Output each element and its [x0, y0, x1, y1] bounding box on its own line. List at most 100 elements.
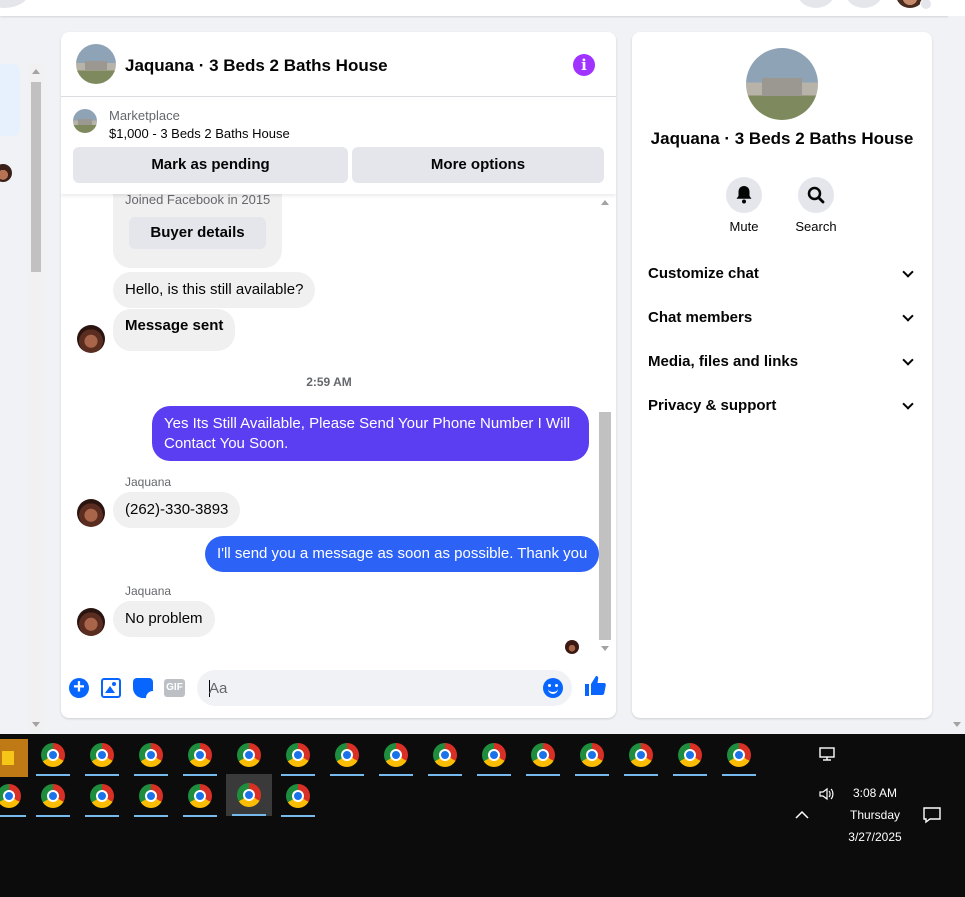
emoji-icon[interactable]	[543, 678, 563, 698]
sticky-notes-icon[interactable]	[0, 739, 28, 777]
chrome-taskbar-button[interactable]	[326, 736, 368, 776]
chevron-down-icon[interactable]	[902, 354, 914, 366]
page-scrollbar[interactable]	[948, 16, 965, 734]
selected-chat-item[interactable]	[0, 64, 20, 136]
chrome-icon	[188, 784, 212, 808]
chrome-icon	[41, 784, 65, 808]
volume-icon[interactable]	[818, 786, 836, 802]
chrome-taskbar-button[interactable]	[130, 777, 172, 817]
chrome-icon	[384, 743, 408, 767]
network-icon[interactable]	[818, 746, 836, 762]
chrome-taskbar-button[interactable]	[81, 736, 123, 776]
more-options-button[interactable]: More options	[352, 147, 604, 183]
conversation-details-panel: Jaquana · 3 Beds 2 Baths House Mute Sear…	[632, 32, 932, 718]
scroll-up-arrow-icon[interactable]	[601, 200, 609, 205]
chrome-taskbar-button[interactable]	[277, 777, 319, 817]
chat-list-avatar[interactable]	[0, 164, 12, 182]
thumbs-up-icon[interactable]	[583, 674, 607, 698]
conversation-title[interactable]: Jaquana · 3 Beds 2 Baths House	[125, 56, 388, 76]
clock-date[interactable]: 3/27/2025	[842, 830, 908, 844]
sticker-icon[interactable]	[133, 678, 153, 698]
chrome-taskbar-button[interactable]	[277, 736, 319, 776]
sender-avatar[interactable]	[77, 499, 105, 527]
nav-button[interactable]	[0, 0, 28, 8]
chrome-icon	[90, 784, 114, 808]
chrome-taskbar-button[interactable]	[179, 777, 221, 817]
message-bubble-incoming[interactable]: Hello, is this still available?	[113, 272, 316, 308]
chrome-taskbar-button[interactable]	[0, 777, 30, 817]
section-label: Media, files and links	[648, 353, 799, 370]
chrome-taskbar-button[interactable]	[32, 736, 74, 776]
chrome-taskbar-button[interactable]	[375, 736, 417, 776]
seen-receipt-avatar	[565, 640, 579, 654]
chrome-taskbar-button[interactable]	[620, 736, 662, 776]
search-conversation-button[interactable]: Search	[788, 177, 844, 234]
chrome-taskbar-button-active[interactable]	[226, 774, 272, 816]
scroll-down-arrow-icon[interactable]	[953, 722, 961, 727]
mute-label: Mute	[729, 219, 759, 234]
chrome-icon	[237, 783, 261, 807]
gif-icon[interactable]: GIF	[164, 679, 185, 697]
scroll-up-arrow-icon[interactable]	[32, 69, 40, 74]
details-avatar[interactable]	[746, 48, 818, 120]
chevron-down-icon[interactable]	[902, 266, 914, 278]
chat-list-scrollbar[interactable]	[29, 64, 43, 732]
listing-avatar[interactable]	[76, 44, 116, 84]
sender-name: Jaquana	[125, 584, 172, 598]
message-input-box[interactable]	[197, 670, 572, 706]
chrome-taskbar-button[interactable]	[130, 736, 172, 776]
chrome-taskbar-button[interactable]	[522, 736, 564, 776]
windows-taskbar: 3:08 AM Thursday 3/27/2025	[0, 734, 965, 897]
mute-button[interactable]: Mute	[716, 177, 772, 234]
scrollbar-thumb[interactable]	[31, 82, 41, 272]
section-privacy-support[interactable]: Privacy & support	[648, 394, 916, 418]
plus-icon[interactable]: +	[69, 677, 89, 698]
chevron-down-icon[interactable]	[902, 398, 914, 410]
listing-source-label: Marketplace	[109, 108, 180, 123]
notifications-button[interactable]	[846, 0, 882, 8]
chrome-taskbar-button[interactable]	[718, 736, 760, 776]
chrome-taskbar-button[interactable]	[81, 777, 123, 817]
scroll-down-arrow-icon[interactable]	[601, 646, 609, 651]
section-chat-members[interactable]: Chat members	[648, 306, 916, 330]
message-input[interactable]	[209, 670, 529, 706]
chevron-up-icon[interactable]	[794, 808, 810, 822]
message-bubble-incoming[interactable]: (262)-330-3893	[113, 492, 241, 528]
section-media-files-links[interactable]: Media, files and links	[648, 350, 916, 374]
chrome-taskbar-button[interactable]	[424, 736, 466, 776]
chrome-taskbar-button[interactable]	[228, 736, 270, 776]
chrome-icon	[90, 743, 114, 767]
account-chevron-icon[interactable]	[920, 0, 932, 10]
bell-icon[interactable]	[726, 177, 762, 213]
chrome-taskbar-button[interactable]	[669, 736, 711, 776]
clock-day[interactable]: Thursday	[842, 808, 908, 822]
chevron-down-icon[interactable]	[902, 310, 914, 322]
scrollbar-thumb[interactable]	[599, 412, 611, 640]
listing-thumbnail[interactable]	[73, 109, 97, 133]
message-bubble-outgoing[interactable]: I'll send you a message as soon as possi…	[205, 536, 600, 572]
buyer-joined-text: Joined Facebook in 2015	[125, 192, 271, 207]
chrome-taskbar-button[interactable]	[32, 777, 74, 817]
section-customize-chat[interactable]: Customize chat	[648, 262, 916, 286]
message-bubble-incoming[interactable]: Message sent	[113, 309, 236, 351]
notification-icon[interactable]	[922, 806, 942, 824]
sender-avatar[interactable]	[77, 608, 105, 636]
message-bubble-outgoing[interactable]: Yes Its Still Available, Please Send You…	[152, 406, 589, 461]
chrome-taskbar-button[interactable]	[571, 736, 613, 776]
mark-as-pending-button[interactable]: Mark as pending	[73, 147, 348, 183]
listing-price-title[interactable]: $1,000 - 3 Beds 2 Baths House	[109, 126, 290, 141]
conversation-info-icon[interactable]: i	[573, 54, 595, 76]
message-bubble-incoming[interactable]: No problem	[113, 601, 215, 637]
thread-scrollbar[interactable]	[597, 194, 613, 656]
chrome-taskbar-button[interactable]	[473, 736, 515, 776]
scroll-down-arrow-icon[interactable]	[32, 722, 40, 727]
chrome-icon	[629, 743, 653, 767]
clock-time[interactable]: 3:08 AM	[842, 786, 908, 800]
sender-avatar[interactable]	[77, 325, 105, 353]
search-icon[interactable]	[798, 177, 834, 213]
menu-button[interactable]	[798, 0, 834, 8]
chrome-icon	[678, 743, 702, 767]
buyer-details-button[interactable]: Buyer details	[129, 217, 266, 249]
chrome-taskbar-button[interactable]	[179, 736, 221, 776]
photo-icon[interactable]	[101, 678, 121, 698]
